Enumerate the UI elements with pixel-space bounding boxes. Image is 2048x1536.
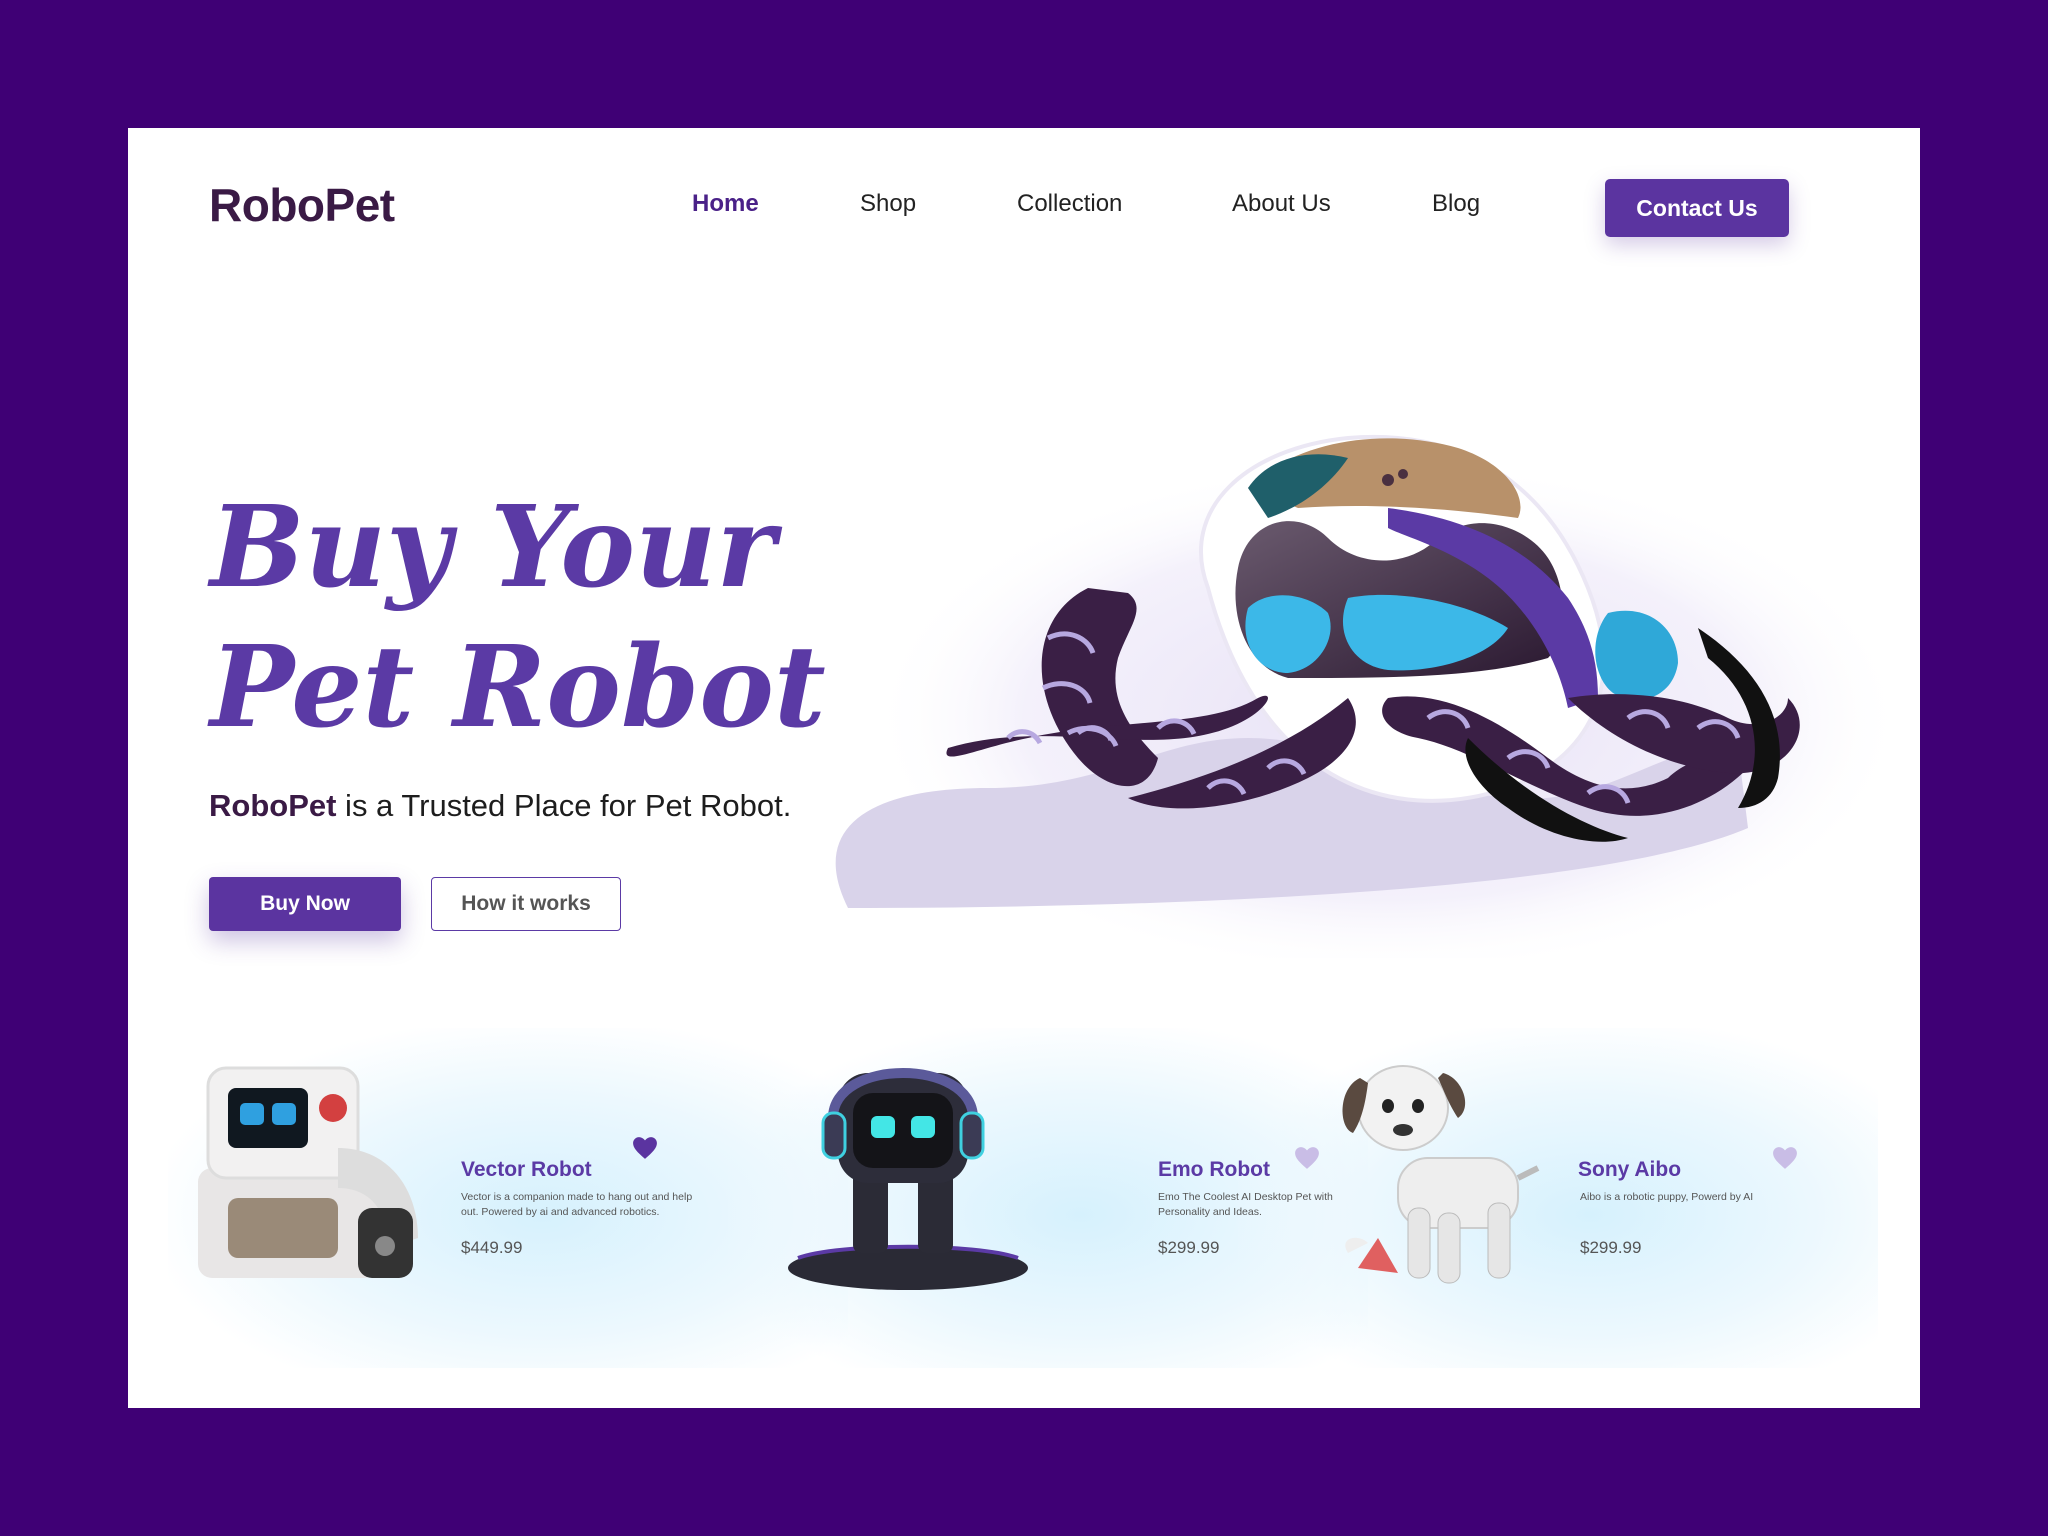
product-price: $449.99 xyxy=(461,1238,523,1257)
landing-page: RoboPet Home Shop Collection About Us Bl… xyxy=(128,128,1920,1408)
nav-item-shop[interactable]: Shop xyxy=(860,190,916,218)
nav-item-collection[interactable]: Collection xyxy=(1017,190,1122,218)
nav-item-home[interactable]: Home xyxy=(692,190,759,218)
product-price: $299.99 xyxy=(1580,1238,1642,1257)
product-name[interactable]: Emo Robot xyxy=(1158,1158,1270,1182)
product-card-vector[interactable]: Vector Robot Vector is a companion made … xyxy=(188,1048,748,1358)
hero-title-line2: Pet Robot xyxy=(210,622,826,753)
octopus-robot-illustration xyxy=(835,434,1908,958)
how-it-works-button[interactable]: How it works xyxy=(431,877,621,931)
contact-us-button[interactable]: Contact Us xyxy=(1605,179,1789,237)
product-card-aibo[interactable]: Sony Aibo Aibo is a robotic puppy, Power… xyxy=(1308,1038,1868,1358)
hero-title: Buy Your Pet Robot xyxy=(210,478,826,758)
hero-subtitle-text: is a Trusted Place for Pet Robot. xyxy=(336,788,792,823)
hero-title-line1: Buy Your xyxy=(210,482,776,613)
vector-robot-image xyxy=(198,1066,418,1278)
emo-robot-image xyxy=(788,1068,1028,1290)
product-name[interactable]: Sony Aibo xyxy=(1578,1158,1681,1182)
product-name[interactable]: Vector Robot xyxy=(461,1158,592,1182)
hero-subtitle-brand: RoboPet xyxy=(209,788,337,823)
hero-subtitle: RoboPet is a Trusted Place for Pet Robot… xyxy=(209,788,791,824)
heart-icon[interactable] xyxy=(1772,1146,1798,1170)
brand-logo[interactable]: RoboPet xyxy=(209,178,395,232)
nav-item-about-us[interactable]: About Us xyxy=(1232,190,1331,218)
heart-icon[interactable] xyxy=(632,1136,658,1160)
product-description: Aibo is a robotic puppy, Powerd by AI xyxy=(1580,1191,1754,1203)
product-description: Vector is a companion made to hang out a… xyxy=(461,1191,693,1218)
buy-now-button[interactable]: Buy Now xyxy=(209,877,401,931)
sony-aibo-image xyxy=(1342,1065,1540,1284)
nav-item-blog[interactable]: Blog xyxy=(1432,190,1480,218)
product-price: $299.99 xyxy=(1158,1238,1220,1257)
product-card-emo[interactable]: Emo Robot Emo The Coolest AI Desktop Pet… xyxy=(788,1048,1348,1358)
